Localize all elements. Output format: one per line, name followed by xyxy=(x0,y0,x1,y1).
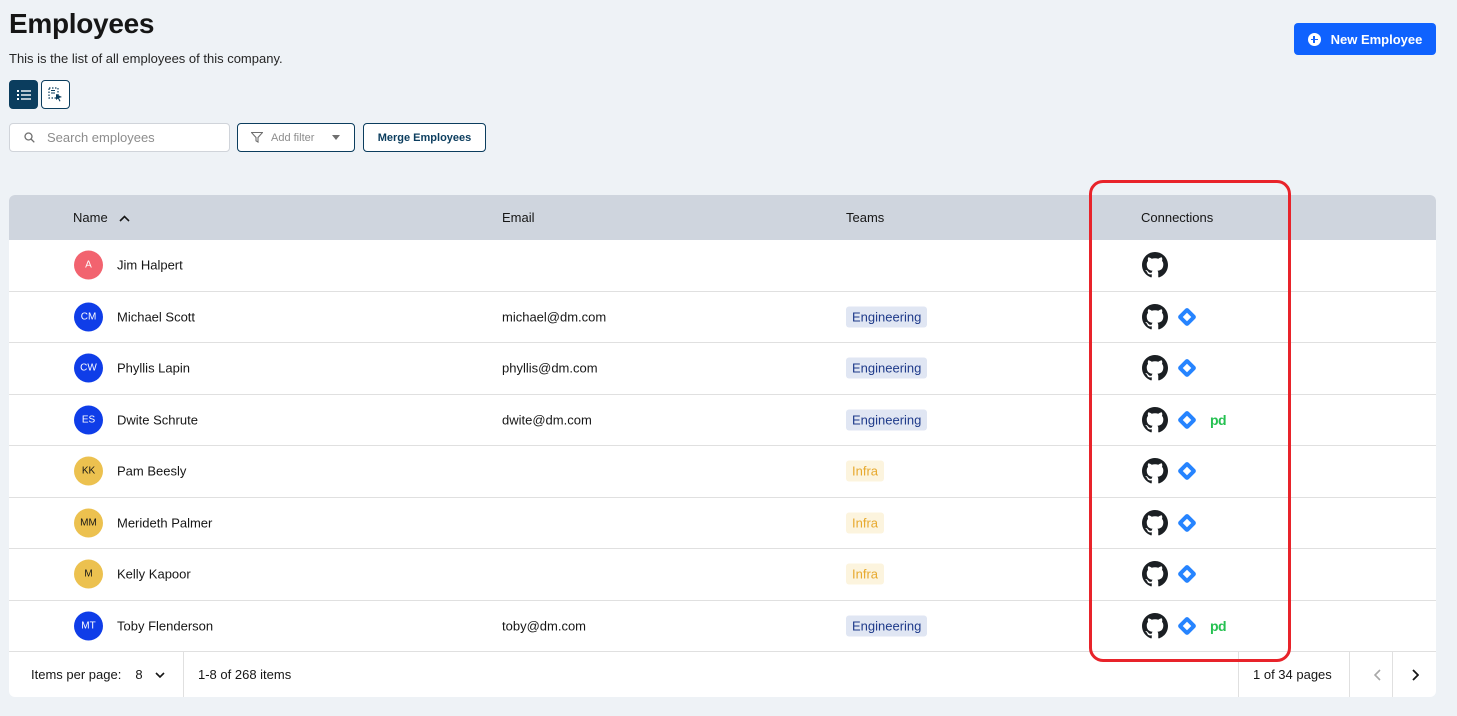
avatar: A xyxy=(74,250,103,280)
jira-icon xyxy=(1174,561,1200,587)
avatar: M xyxy=(74,559,103,589)
employee-name[interactable]: Phyllis Lapin xyxy=(117,361,190,376)
page-title: Employees xyxy=(9,8,155,39)
github-icon xyxy=(1142,612,1168,639)
team-tag: Engineering xyxy=(846,615,928,637)
github-icon xyxy=(1142,406,1168,433)
previous-page-button[interactable] xyxy=(1365,652,1389,697)
employee-name[interactable]: Merideth Palmer xyxy=(117,515,212,530)
connections-cell xyxy=(1142,252,1168,278)
search-input[interactable] xyxy=(47,130,217,145)
connections-cell xyxy=(1142,509,1200,536)
table-row[interactable]: KK Pam Beesly Infra xyxy=(9,446,1436,498)
items-range-text: 1-8 of 268 items xyxy=(198,667,292,682)
pagerduty-icon: pd xyxy=(1210,617,1227,634)
connections-cell: pd xyxy=(1142,406,1227,433)
table-row[interactable]: CW Phyllis Lapin phyllis@dm.com Engineering xyxy=(9,343,1436,395)
column-header-email[interactable]: Email xyxy=(502,210,535,225)
avatar: CM xyxy=(74,302,103,332)
table-row[interactable]: MM Merideth Palmer Infra xyxy=(9,498,1436,549)
team-tag: Infra xyxy=(846,563,885,585)
employee-name[interactable]: Kelly Kapoor xyxy=(117,567,191,582)
employee-email: toby@dm.com xyxy=(502,618,586,634)
employee-name[interactable]: Toby Flenderson xyxy=(117,618,213,633)
employee-name[interactable]: Pam Beesly xyxy=(117,464,186,479)
jira-icon xyxy=(1174,458,1200,484)
avatar: KK xyxy=(74,456,103,486)
column-header-name[interactable]: Name xyxy=(73,210,130,225)
filter-icon xyxy=(251,132,263,143)
github-icon xyxy=(1142,252,1168,278)
jira-icon xyxy=(1174,510,1200,536)
team-tag: Infra xyxy=(846,460,885,482)
jira-icon xyxy=(1174,355,1200,381)
avatar: CW xyxy=(74,353,103,383)
next-page-button[interactable] xyxy=(1403,652,1427,697)
team-tag: Engineering xyxy=(846,306,928,328)
table-row[interactable]: MT Toby Flenderson toby@dm.com Engineering p… xyxy=(9,601,1436,652)
table-body: A Jim Halpert CM Michael Scott michael@dm.co… xyxy=(9,240,1436,652)
employee-name[interactable]: Jim Halpert xyxy=(117,258,183,273)
chevron-left-icon xyxy=(1373,668,1381,681)
add-filter-label: Add filter xyxy=(271,131,315,144)
connections-cell xyxy=(1142,303,1200,330)
column-header-teams[interactable]: Teams xyxy=(846,210,884,225)
employee-name[interactable]: Michael Scott xyxy=(117,309,195,324)
employees-table: Name Email Teams Connections A Jim Halper… xyxy=(9,195,1436,697)
team-tag: Engineering xyxy=(846,409,928,431)
team-tag: Engineering xyxy=(846,357,928,379)
items-per-page-select[interactable]: 8 xyxy=(135,667,165,682)
github-icon xyxy=(1142,355,1168,381)
avatar: MM xyxy=(74,508,103,538)
items-per-page-control: Items per page: 8 xyxy=(31,652,165,697)
github-icon xyxy=(1142,561,1168,587)
github-icon xyxy=(1142,458,1168,484)
new-employee-button[interactable]: New Employee xyxy=(1294,23,1436,55)
connections-cell xyxy=(1142,458,1200,484)
pagerduty-icon: pd xyxy=(1210,411,1227,428)
add-filter-dropdown[interactable]: Add filter xyxy=(237,123,355,152)
connections-cell xyxy=(1142,355,1200,381)
table-header: Name Email Teams Connections xyxy=(9,195,1436,240)
jira-icon xyxy=(1174,304,1200,330)
table-row[interactable]: M Kelly Kapoor Infra xyxy=(9,549,1436,601)
sort-ascending-icon xyxy=(119,215,130,222)
select-cursor-icon xyxy=(47,86,62,101)
avatar: ES xyxy=(74,405,103,435)
employee-email: michael@dm.com xyxy=(502,309,607,325)
search-icon xyxy=(24,132,35,143)
search-box xyxy=(9,123,230,152)
table-row[interactable]: CM Michael Scott michael@dm.com Engineering xyxy=(9,292,1436,343)
connections-cell: pd xyxy=(1142,612,1227,639)
pagination-bar: Items per page: 8 1-8 of 268 items 1 of … xyxy=(9,651,1436,697)
view-toggle xyxy=(9,80,70,109)
merge-employees-button[interactable]: Merge Employees xyxy=(363,123,486,152)
chevron-down-icon xyxy=(332,135,341,140)
employee-email: dwite@dm.com xyxy=(502,412,592,428)
pages-text: 1 of 34 pages xyxy=(1253,667,1332,682)
github-icon xyxy=(1142,509,1168,536)
new-employee-label: New Employee xyxy=(1330,31,1423,47)
list-icon xyxy=(16,89,31,100)
add-circle-icon xyxy=(1307,32,1321,46)
employee-name[interactable]: Dwite Schrute xyxy=(117,412,198,427)
table-row[interactable]: A Jim Halpert xyxy=(9,240,1436,292)
jira-icon xyxy=(1174,613,1200,639)
jira-icon xyxy=(1174,407,1200,433)
employee-email: phyllis@dm.com xyxy=(502,360,598,376)
github-icon xyxy=(1142,303,1168,330)
avatar: MT xyxy=(74,611,103,641)
connections-cell xyxy=(1142,561,1200,587)
chevron-right-icon xyxy=(1411,668,1419,681)
table-row[interactable]: ES Dwite Schrute dwite@dm.com Engineering pd xyxy=(9,395,1436,446)
chevron-down-icon xyxy=(154,671,165,678)
page-subtitle: This is the list of all employees of thi… xyxy=(9,51,283,66)
select-view-button[interactable] xyxy=(41,80,70,109)
column-header-connections[interactable]: Connections xyxy=(1141,210,1213,225)
list-view-button[interactable] xyxy=(9,80,38,109)
team-tag: Infra xyxy=(846,512,885,534)
